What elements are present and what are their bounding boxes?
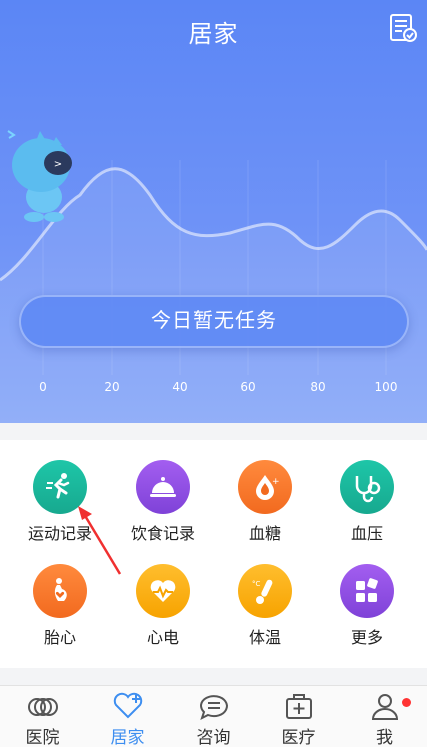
tab-home[interactable]: 居家	[85, 686, 170, 747]
progress-scale: 0 20 40 60 80 100	[0, 380, 427, 396]
feature-label: 血糖	[248, 524, 281, 543]
svg-text:+: +	[272, 477, 280, 487]
tab-label: 医院	[25, 728, 60, 747]
page-title: 居家	[188, 20, 239, 48]
feature-label: 更多	[350, 628, 383, 647]
user-icon	[371, 694, 398, 720]
heart-pulse-icon	[150, 580, 176, 602]
more-blocks-icon	[356, 578, 378, 602]
feature-temperature[interactable]: °C 体温	[213, 564, 317, 664]
svg-text:>: >	[54, 159, 62, 170]
blood-drop-icon: +	[256, 475, 280, 500]
feature-blood-sugar[interactable]: + 血糖	[213, 460, 317, 560]
svg-text:°C: °C	[252, 580, 261, 588]
pointer-arrow-icon	[78, 506, 122, 575]
feature-label: 体温	[248, 628, 281, 647]
tab-label: 咨询	[196, 728, 231, 747]
scale-tick: 0	[39, 380, 47, 394]
chat-icon	[199, 695, 228, 720]
food-cover-icon	[150, 477, 176, 497]
thermometer-icon: °C	[252, 579, 273, 604]
blood-pressure-icon	[355, 476, 381, 503]
tab-label: 医疗	[281, 728, 316, 747]
feature-grid: 运动记录 饮食记录 + 血糖 血压 胎心 心电 °C 体温 更多	[0, 440, 427, 668]
feature-blood-pressure[interactable]: 血压	[315, 460, 419, 560]
report-check-icon[interactable]	[388, 13, 418, 43]
notification-dot	[402, 698, 411, 707]
scale-tick: 60	[240, 380, 256, 394]
hero-panel: 居家 > 今日暂无任务 0 20 40 60 80 100	[0, 0, 427, 423]
feature-label: 胎心	[43, 628, 76, 647]
mascot-robot-icon: >	[7, 130, 72, 222]
medical-kit-icon	[285, 694, 312, 719]
bottom-tab-bar: 医院 居家 咨询 医疗 我	[0, 685, 427, 747]
feature-label: 血压	[350, 524, 383, 543]
home-heart-icon	[113, 692, 142, 719]
today-task-button[interactable]: 今日暂无任务	[19, 295, 409, 348]
tab-me[interactable]: 我	[342, 686, 427, 747]
feature-label: 心电	[146, 628, 179, 647]
tab-medical[interactable]: 医疗	[256, 686, 341, 747]
scale-tick: 80	[310, 380, 326, 394]
feature-more[interactable]: 更多	[315, 564, 419, 664]
tab-consult[interactable]: 咨询	[171, 686, 256, 747]
hospital-icon	[27, 698, 58, 716]
scale-tick: 40	[172, 380, 188, 394]
scale-tick: 20	[104, 380, 120, 394]
running-icon	[46, 473, 70, 499]
scale-tick: 100	[374, 380, 398, 394]
tab-label: 居家	[110, 728, 145, 747]
tab-hospital[interactable]: 医院	[0, 686, 85, 747]
tab-label: 我	[376, 728, 393, 747]
